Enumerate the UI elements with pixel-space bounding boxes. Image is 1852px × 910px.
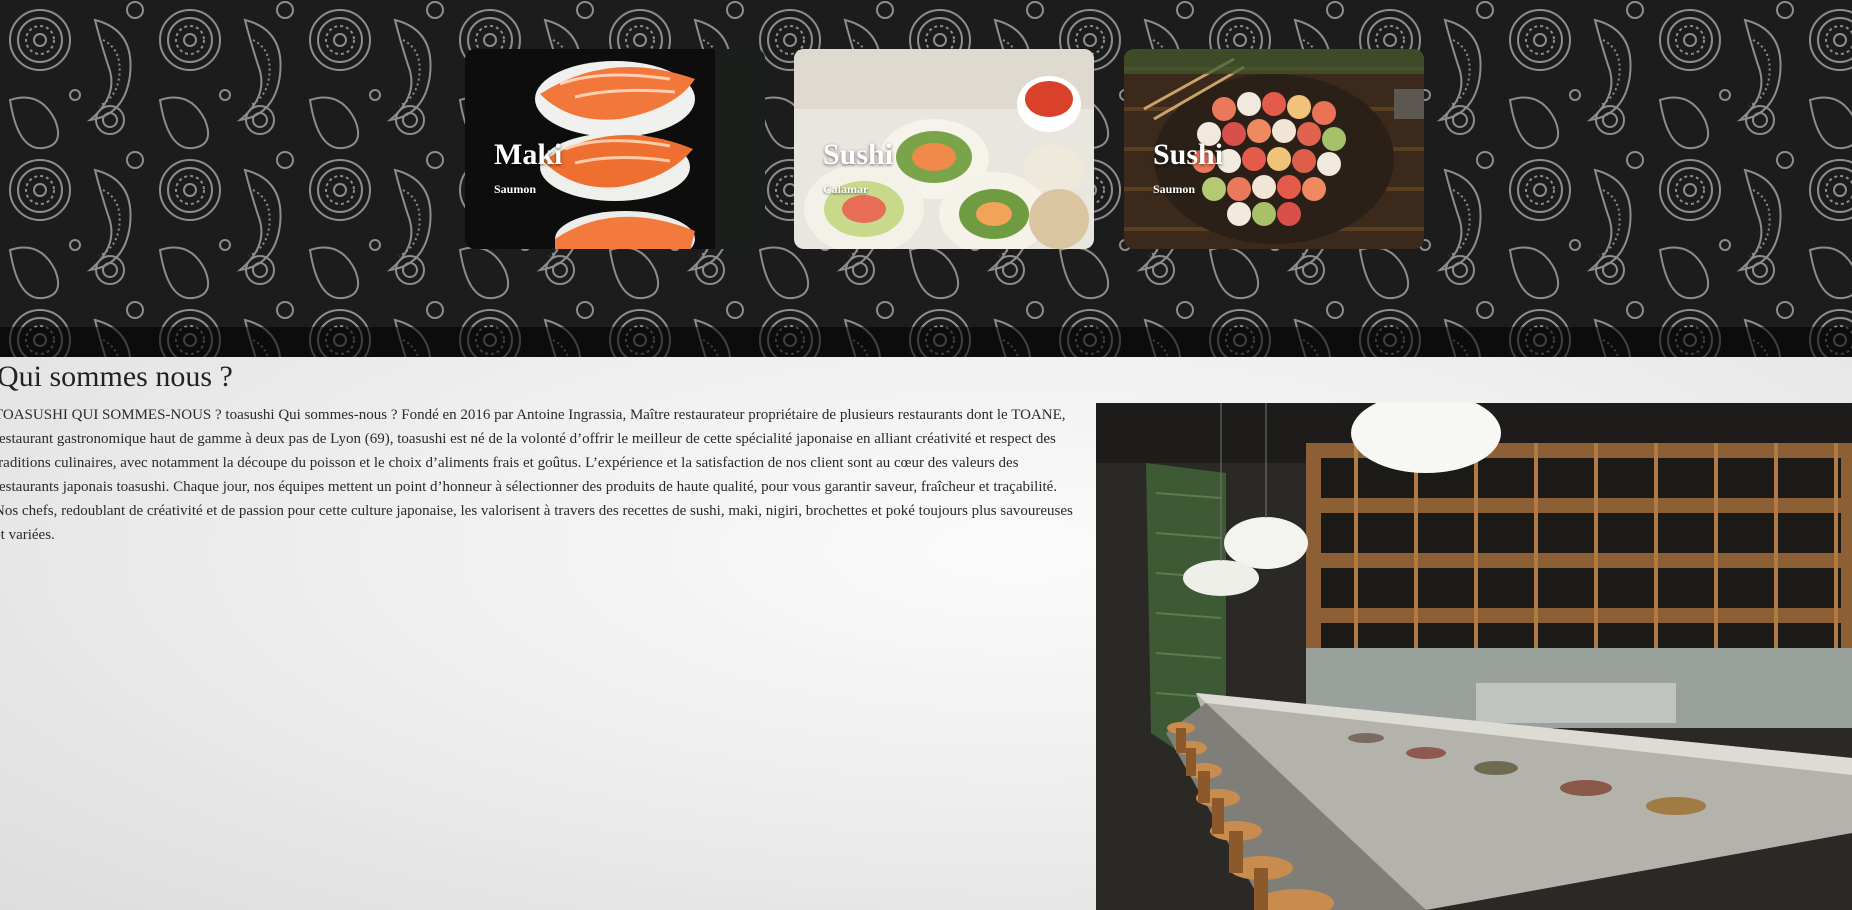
card-title: Sushi	[823, 138, 894, 171]
dish-card-sushi-saumon[interactable]: Sushi Saumon	[1124, 49, 1424, 249]
restaurant-interior-image	[1096, 403, 1852, 910]
card-subtitle: Saumon	[1153, 182, 1196, 196]
card-title: Maki	[494, 138, 563, 171]
hero-banner: Maki Saumon Sushi Calamar Sushi Saumon	[0, 0, 1852, 357]
about-heading: Qui sommes nous ?	[0, 360, 233, 393]
card-subtitle: Calamar	[823, 182, 869, 196]
about-text: TOASUSHI QUI SOMMES-NOUS ? toasushi Qui …	[0, 407, 1073, 543]
card-title: Sushi	[1153, 138, 1224, 171]
dish-card-sushi-calamar[interactable]: Sushi Calamar	[794, 49, 1094, 249]
hero-bottom-shade	[0, 327, 1852, 357]
dish-card-maki[interactable]: Maki Saumon	[465, 49, 765, 249]
card-subtitle: Saumon	[494, 182, 537, 196]
restaurant-photo	[1096, 403, 1852, 910]
